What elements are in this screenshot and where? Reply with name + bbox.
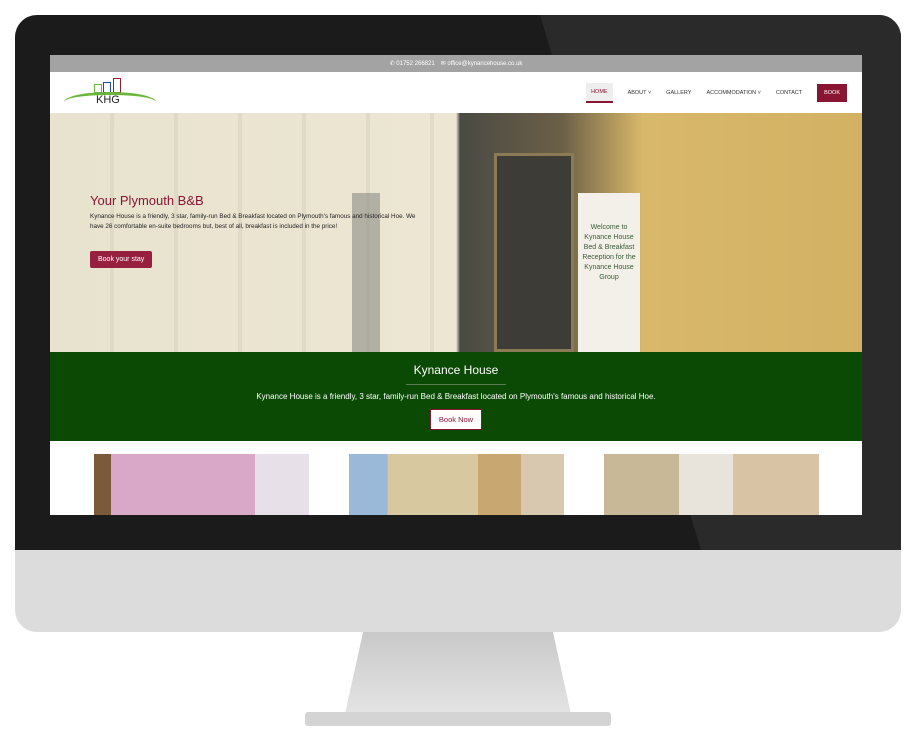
hero-door (494, 153, 574, 352)
nav-about[interactable]: ABOUT ˅ (628, 90, 652, 96)
monitor-chin (15, 550, 901, 632)
lounge-photo[interactable] (604, 454, 819, 515)
website-screen: ✆ 01752 266821 ✉ office@kynancehouse.co.… (50, 55, 862, 515)
nav-home[interactable]: HOME (586, 82, 613, 103)
hero-image (50, 113, 457, 352)
email-link[interactable]: ✉ office@kynancehouse.co.uk (441, 60, 523, 67)
photo-row (50, 441, 862, 515)
logo[interactable]: KHG (64, 74, 156, 112)
chevron-down-icon: ˅ (647, 89, 652, 96)
main-nav: HOME ABOUT ˅ GALLERY ACCOMMODATION ˅ CON… (586, 82, 847, 103)
nav-contact[interactable]: CONTACT (776, 90, 802, 96)
monitor-base (305, 712, 611, 726)
site-header: KHG HOME ABOUT ˅ GALLERY ACCOMMODATION ˅… (50, 72, 862, 113)
intro-section: Kynance House Kynance House is a friendl… (50, 352, 862, 441)
chevron-down-icon: ˅ (757, 89, 761, 96)
house-icon (103, 81, 111, 93)
intro-title: Kynance House (413, 363, 499, 377)
nav-book-button[interactable]: BOOK (817, 83, 847, 102)
intro-text: Kynance House is a friendly, 3 star, fam… (256, 392, 656, 401)
house-icon (94, 83, 102, 93)
hero-title: Your Plymouth B&B (90, 193, 204, 208)
top-bar: ✆ 01752 266821 ✉ office@kynancehouse.co.… (50, 55, 862, 72)
welcome-sign: Welcome to Kynance House Bed & Breakfast… (578, 193, 640, 352)
nav-label: ABOUT (627, 89, 647, 96)
nav-accommodation[interactable]: ACCOMMODATION ˅ (706, 90, 760, 96)
house-icon (113, 77, 121, 93)
nav-label: ACCOMMODATION (706, 89, 757, 96)
phone-link[interactable]: ✆ 01752 266821 (390, 60, 435, 67)
building-photo[interactable] (349, 454, 564, 515)
room-photo[interactable] (94, 454, 309, 515)
hero-slider: Welcome to Kynance House Bed & Breakfast… (50, 113, 862, 352)
book-your-stay-button[interactable]: Book your stay (90, 251, 153, 268)
logo-text: KHG (96, 93, 120, 106)
divider (406, 384, 506, 385)
book-now-button[interactable]: Book Now (429, 409, 483, 430)
nav-gallery[interactable]: GALLERY (666, 90, 691, 96)
email-text: office@kynancehouse.co.uk (447, 61, 523, 67)
hero-text: Kynance House is a friendly, 3 star, fam… (90, 213, 416, 230)
phone-text: 01752 266821 (396, 61, 435, 67)
monitor-stand (345, 632, 571, 714)
